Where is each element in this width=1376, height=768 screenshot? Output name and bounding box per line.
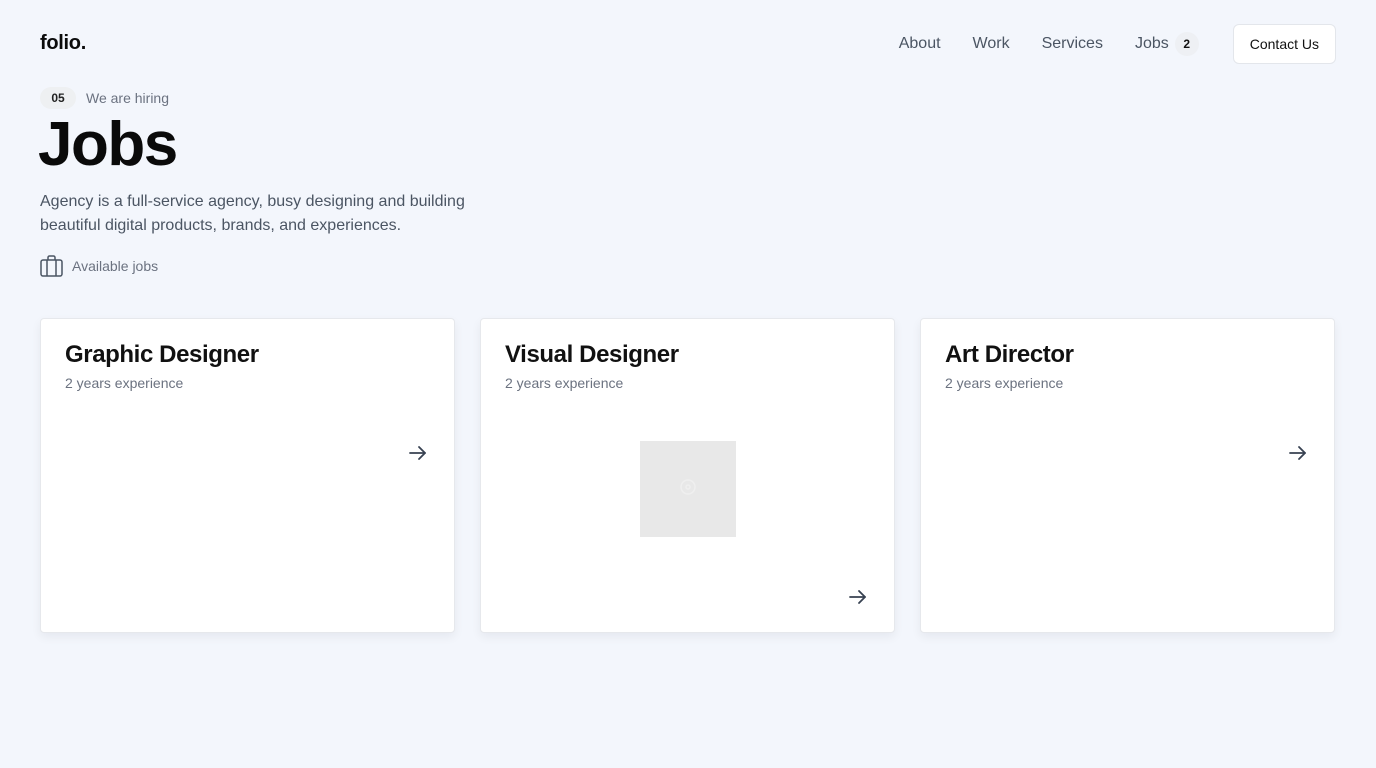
- available-jobs-text: Available jobs: [72, 258, 159, 274]
- briefcase-icon: [40, 255, 63, 277]
- arrow-right-icon[interactable]: [846, 585, 870, 609]
- jobs-page: folio. About Work Services Jobs 2 Contac…: [0, 0, 1376, 768]
- site-logo[interactable]: folio.: [40, 32, 86, 55]
- nav-link-work[interactable]: Work: [973, 35, 1010, 53]
- job-cards: Graphic Designer 2 years experience Visu…: [40, 318, 1335, 633]
- job-title: Visual Designer: [505, 341, 679, 368]
- page-title: Jobs: [38, 110, 178, 179]
- job-experience: 2 years experience: [505, 375, 624, 391]
- job-title: Graphic Designer: [65, 341, 259, 368]
- eyebrow-text: We are hiring: [86, 90, 170, 106]
- nav-link-jobs[interactable]: Jobs 2: [1135, 32, 1199, 56]
- job-experience: 2 years experience: [945, 375, 1064, 391]
- section-eyebrow: 05 We are hiring: [40, 87, 169, 109]
- job-card[interactable]: Art Director 2 years experience: [920, 318, 1335, 633]
- job-experience: 2 years experience: [65, 375, 184, 391]
- nav-link-jobs-label: Jobs: [1134, 35, 1169, 52]
- section-number-badge: 05: [40, 87, 76, 109]
- main-nav: About Work Services Jobs 2 Contact Us: [899, 24, 1336, 64]
- arrow-right-icon[interactable]: [1286, 441, 1310, 465]
- available-jobs-label: Available jobs: [40, 255, 158, 277]
- jobs-count-badge: 2: [1174, 32, 1199, 56]
- nav-link-services[interactable]: Services: [1042, 35, 1103, 53]
- job-card[interactable]: Graphic Designer 2 years experience: [40, 318, 455, 633]
- contact-us-button[interactable]: Contact Us: [1232, 24, 1336, 64]
- job-title: Art Director: [945, 341, 1074, 368]
- arrow-right-icon[interactable]: [406, 441, 430, 465]
- page-description: Agency is a full-service agency, busy de…: [40, 193, 465, 234]
- job-card[interactable]: Visual Designer 2 years experience: [480, 318, 895, 633]
- job-image-placeholder: [640, 441, 736, 537]
- nav-link-about[interactable]: About: [899, 35, 941, 53]
- image-placeholder-icon: [678, 477, 698, 502]
